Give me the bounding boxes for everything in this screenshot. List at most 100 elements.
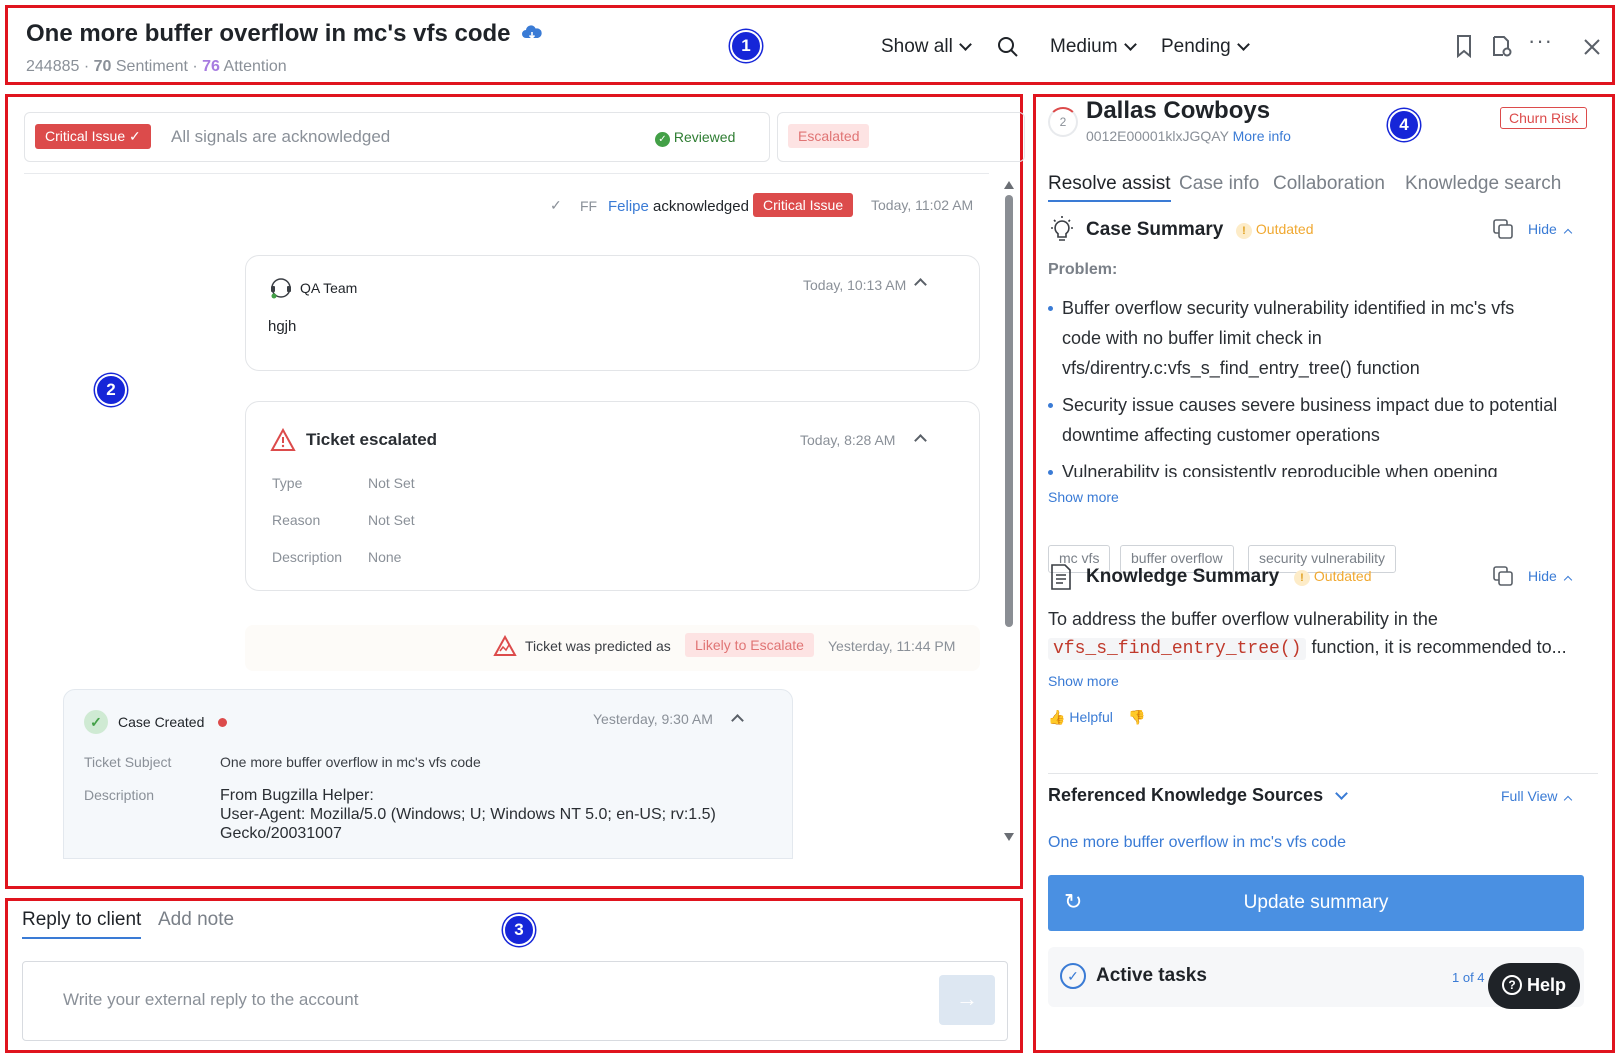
tab-reply-to-client[interactable]: Reply to client	[22, 909, 142, 939]
ack-line: Felipe acknowledged	[608, 198, 749, 215]
scroll-down-arrow[interactable]	[1004, 833, 1014, 841]
source-link[interactable]: One more buffer overflow in mc's vfs cod…	[1048, 834, 1346, 852]
copy-icon[interactable]	[1492, 218, 1514, 240]
update-summary-label: Update summary	[1243, 892, 1389, 913]
ticket-meta: 244885 · 70 Sentiment · 76 Attention	[26, 58, 287, 76]
ticket-title: One more buffer overflow in mc's vfs cod…	[26, 20, 543, 48]
escalation-box: Escalated	[777, 112, 1025, 162]
chevron-up-icon	[1563, 575, 1572, 585]
problem-label: Problem:	[1048, 261, 1118, 278]
warning-circle-icon: !	[1236, 223, 1252, 239]
marker-2: 2	[95, 374, 127, 406]
hide-label: Hide	[1528, 221, 1557, 237]
escalated-tag[interactable]: Escalated	[788, 124, 870, 148]
chevron-up-icon[interactable]	[914, 434, 927, 447]
marker-1: 1	[730, 30, 762, 62]
description-key: Description	[84, 787, 155, 803]
account-rank-ring: 2	[1048, 107, 1078, 137]
status-dropdown[interactable]: Pending	[1161, 36, 1250, 58]
reviewed-label: Reviewed	[673, 129, 736, 145]
bullet-line: Buffer overflow security vulnerability i…	[1062, 298, 1515, 318]
thumbs-down-icon[interactable]: 👎	[1128, 709, 1145, 726]
type-key: Type	[272, 475, 303, 491]
scroll-up-arrow[interactable]	[1004, 181, 1014, 189]
account-id-line: 0012E00001klxJGQAY More info	[1086, 128, 1291, 144]
tab-knowledge-search[interactable]: Knowledge search	[1405, 173, 1561, 195]
close-icon[interactable]	[1582, 37, 1602, 57]
ack-status-text: All signals are acknowledged	[171, 127, 391, 146]
subject-key: Ticket Subject	[84, 754, 172, 770]
status-label: Pending	[1161, 36, 1231, 57]
show-all-label: Show all	[881, 36, 953, 57]
more-options-icon[interactable]: ···	[1528, 28, 1553, 54]
prediction-time: Yesterday, 11:44 PM	[828, 638, 956, 654]
copy-icon[interactable]	[1492, 565, 1514, 587]
chevron-up-icon[interactable]	[914, 278, 927, 291]
likely-escalate-tag: Likely to Escalate	[685, 633, 814, 657]
sources-header[interactable]: Referenced Knowledge Sources	[1048, 785, 1348, 806]
reason-key: Reason	[272, 512, 321, 528]
sources-title: Referenced Knowledge Sources	[1048, 785, 1324, 805]
user-initials: FF	[580, 198, 598, 214]
more-info-link[interactable]: More info	[1233, 128, 1291, 144]
case-summary-state: ! Outdated	[1236, 221, 1314, 239]
reviewed-status: ✓ Reviewed	[655, 129, 735, 147]
show-more-link[interactable]: Show more	[1048, 489, 1119, 505]
send-arrow-icon[interactable]: →	[939, 975, 995, 1025]
tab-case-info[interactable]: Case info	[1179, 173, 1259, 195]
summary-bullets: Buffer overflow security vulnerability i…	[1036, 289, 1606, 477]
alert-trend-icon	[493, 635, 517, 656]
ack-user-link[interactable]: Felipe	[608, 198, 649, 215]
full-view-label: Full View	[1501, 788, 1558, 804]
bullet-line: code with no buffer limit check in	[1062, 328, 1322, 348]
divider	[1048, 773, 1598, 774]
knowledge-text-rest: function, it is recommended to...	[1311, 637, 1567, 657]
critical-issue-label: Critical Issue	[45, 128, 126, 144]
help-label: Help	[1527, 975, 1567, 995]
scroll-thumb[interactable]	[1005, 195, 1013, 627]
document-settings-icon[interactable]	[1489, 34, 1513, 58]
chevron-up-icon[interactable]	[731, 714, 744, 727]
escalation-card: Ticket escalated Today, 8:28 AM Type Not…	[245, 401, 980, 591]
hide-case-summary[interactable]: Hide	[1528, 221, 1572, 238]
lightbulb-icon	[1051, 216, 1073, 241]
prediction-text: Ticket was predicted as	[525, 638, 671, 654]
show-all-dropdown[interactable]: Show all	[881, 36, 972, 58]
summary-bullet: Vulnerability is consistently reproducib…	[1046, 457, 1586, 477]
signals-bar: Critical Issue ✓ All signals are acknowl…	[24, 112, 770, 162]
case-created-time: Yesterday, 9:30 AM	[593, 711, 713, 727]
reply-input-box[interactable]: Write your external reply to the account…	[22, 961, 1008, 1041]
ack-time: Today, 11:02 AM	[871, 197, 974, 213]
qa-body: hgjh	[268, 318, 297, 335]
meta-separator: ·	[192, 58, 203, 75]
knowledge-summary-title: Knowledge Summary	[1086, 566, 1280, 587]
account-name: Dallas Cowboys	[1086, 97, 1271, 124]
update-summary-button[interactable]: ↻ Update summary	[1048, 875, 1584, 931]
helpful-button[interactable]: 👍 Helpful	[1048, 709, 1113, 726]
bullet-line: Security issue causes severe business im…	[1062, 395, 1558, 415]
tab-collaboration[interactable]: Collaboration	[1273, 173, 1385, 195]
description-value: From Bugzilla Helper: User-Agent: Mozill…	[220, 786, 716, 843]
sentiment-value: 70	[93, 58, 112, 75]
help-button[interactable]: ? Help	[1488, 963, 1580, 1009]
search-icon[interactable]	[996, 35, 1020, 59]
outdated-label: Outdated	[1313, 568, 1372, 584]
prediction-row: Ticket was predicted as Likely to Escala…	[245, 625, 980, 671]
description-value: None	[368, 549, 402, 565]
churn-risk-badge: Churn Risk	[1500, 107, 1588, 129]
tab-resolve-assist[interactable]: Resolve assist	[1048, 173, 1171, 202]
bookmark-icon[interactable]	[1453, 34, 1475, 58]
tasks-count: 1 of 4	[1452, 970, 1485, 985]
qa-time: Today, 10:13 AM	[803, 277, 907, 293]
reply-input[interactable]: Write your external reply to the account	[63, 990, 358, 1010]
show-more-link[interactable]: Show more	[1048, 673, 1119, 689]
meta-separator: ·	[83, 58, 94, 75]
tab-add-note[interactable]: Add note	[158, 909, 234, 931]
assist-panel: 2 Dallas Cowboys 0012E00001klxJGQAY More…	[1033, 94, 1615, 1053]
priority-dropdown[interactable]: Medium	[1050, 36, 1137, 58]
critical-issue-tag[interactable]: Critical Issue ✓	[35, 124, 151, 149]
timeline-scrollbar[interactable]	[1004, 181, 1014, 867]
hide-knowledge-summary[interactable]: Hide	[1528, 568, 1572, 585]
full-view-link[interactable]: Full View	[1501, 788, 1573, 805]
case-summary-title: Case Summary	[1086, 219, 1224, 240]
